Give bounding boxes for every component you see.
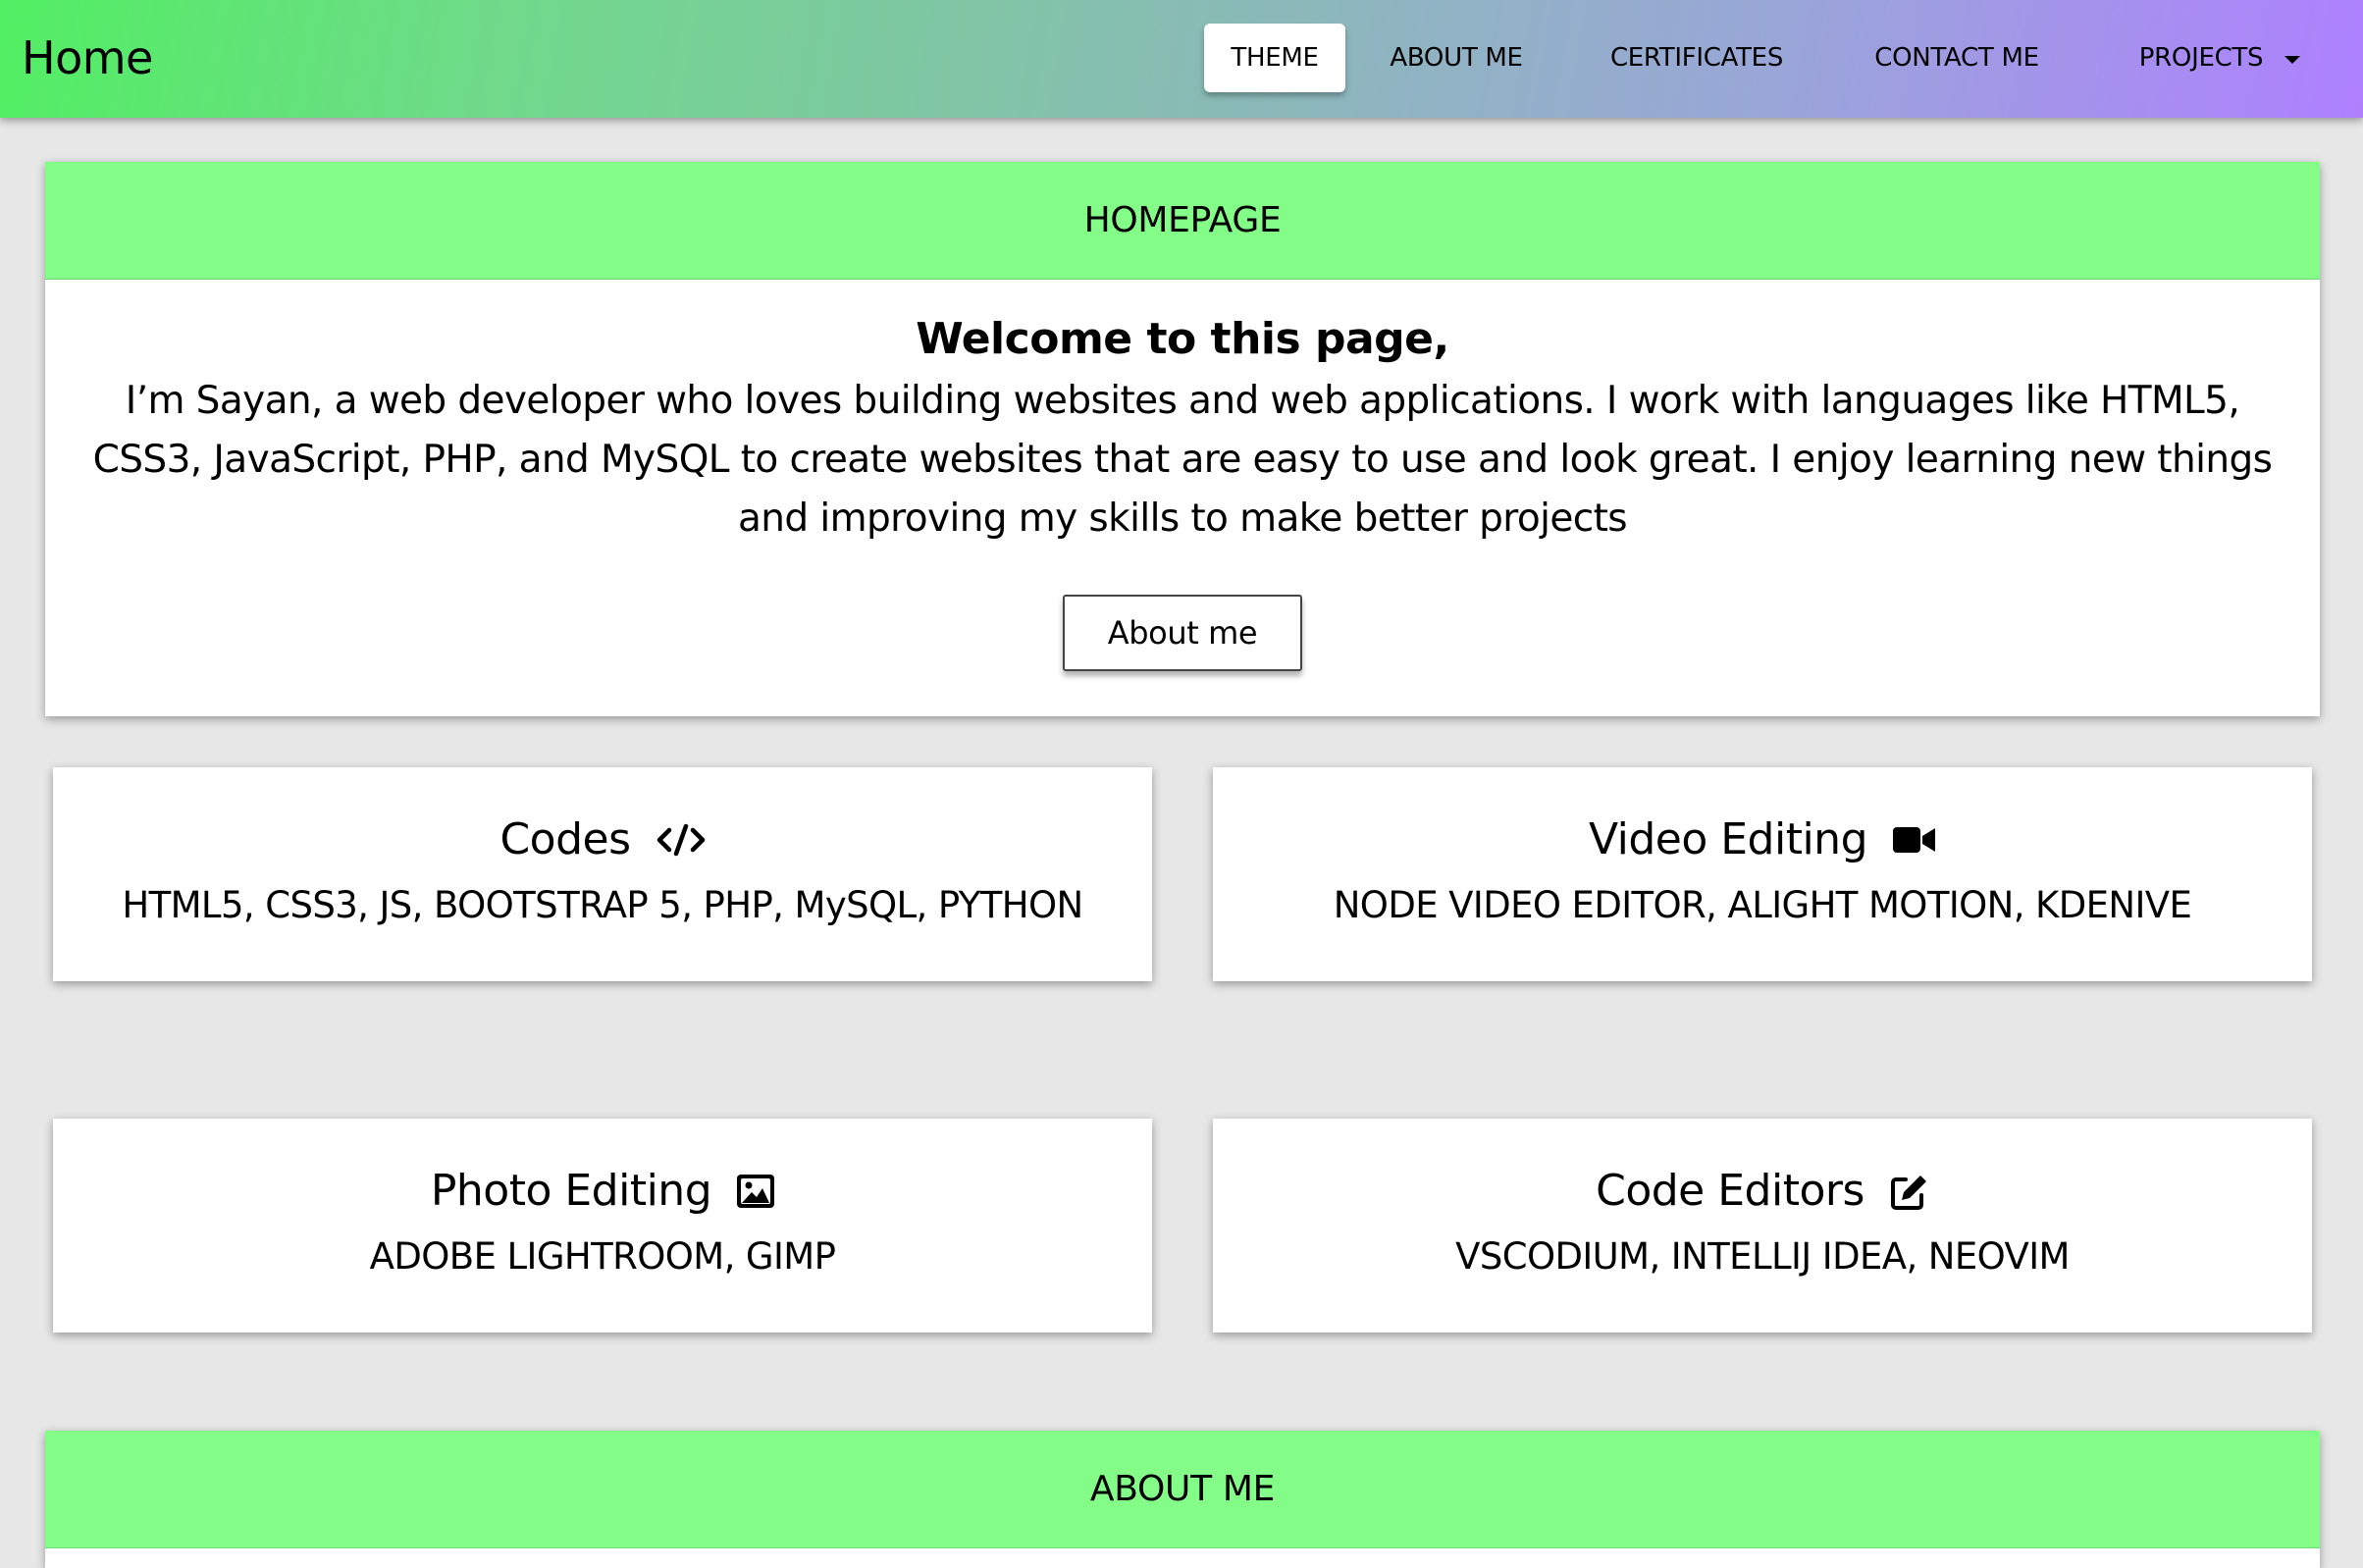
skill-text-codes: HTML5, CSS3, JS, BOOTSTRAP 5, PHP, MySQL… <box>122 884 1083 926</box>
nav-contact-me[interactable]: CONTACT ME <box>1861 24 2053 92</box>
edit-icon <box>1890 1176 1926 1210</box>
intro-paragraph: I’m Sayan, a web developer who loves bui… <box>92 379 2273 541</box>
skill-card-code-editors: Code Editors VSCODIUM, INTELLIJ IDEA, NE… <box>1213 1119 2312 1333</box>
nav-about-me[interactable]: ABOUT ME <box>1374 24 1539 92</box>
top-navbar: Home THEME ABOUT ME CERTIFICATES CONTACT… <box>0 0 2363 118</box>
code-icon <box>656 823 705 857</box>
skill-card-photo-editing: Photo Editing ADOBE LIGHTROOM, GIMP <box>53 1119 1152 1333</box>
about-me-card-header: ABOUT ME <box>45 1431 2320 1548</box>
skill-text-video-editing: NODE VIDEO EDITOR, ALIGHT MOTION, KDENIV… <box>1333 884 2192 926</box>
brand-home-link[interactable]: Home <box>22 29 153 86</box>
nav-theme-label: THEME <box>1231 43 1319 73</box>
nav-certificates[interactable]: CERTIFICATES <box>1594 24 1800 92</box>
skill-title-photo-editing: Photo Editing <box>430 1166 712 1216</box>
caret-down-icon <box>2284 56 2301 64</box>
about-me-card: ABOUT ME <box>45 1431 2320 1568</box>
nav-theme[interactable]: THEME <box>1204 24 1345 92</box>
homepage-card-header: HOMEPAGE <box>45 162 2320 280</box>
skill-text-code-editors: VSCODIUM, INTELLIJ IDEA, NEOVIM <box>1455 1235 2070 1278</box>
welcome-title: Welcome to this page, <box>916 314 1449 364</box>
nav-about-me-label: ABOUT ME <box>1390 43 1523 73</box>
image-icon <box>737 1175 775 1208</box>
about-me-button[interactable]: About me <box>1063 595 1302 671</box>
nav-contact-me-label: CONTACT ME <box>1874 43 2039 73</box>
skill-title-code-editors: Code Editors <box>1596 1166 1864 1216</box>
nav-certificates-label: CERTIFICATES <box>1609 43 1784 73</box>
nav-projects-label: PROJECTS <box>2138 43 2264 73</box>
skill-card-video-editing: Video Editing NODE VIDEO EDITOR, ALIGHT … <box>1213 767 2312 981</box>
video-camera-icon <box>1893 827 1935 853</box>
skill-title-codes: Codes <box>499 814 631 864</box>
skill-card-codes: Codes HTML5, CSS3, JS, BOOTSTRAP 5, PHP,… <box>53 767 1152 981</box>
skill-text-photo-editing: ADOBE LIGHTROOM, GIMP <box>369 1235 836 1278</box>
nav-projects-dropdown[interactable]: PROJECTS <box>2122 24 2318 92</box>
skill-title-video-editing: Video Editing <box>1588 814 1868 864</box>
